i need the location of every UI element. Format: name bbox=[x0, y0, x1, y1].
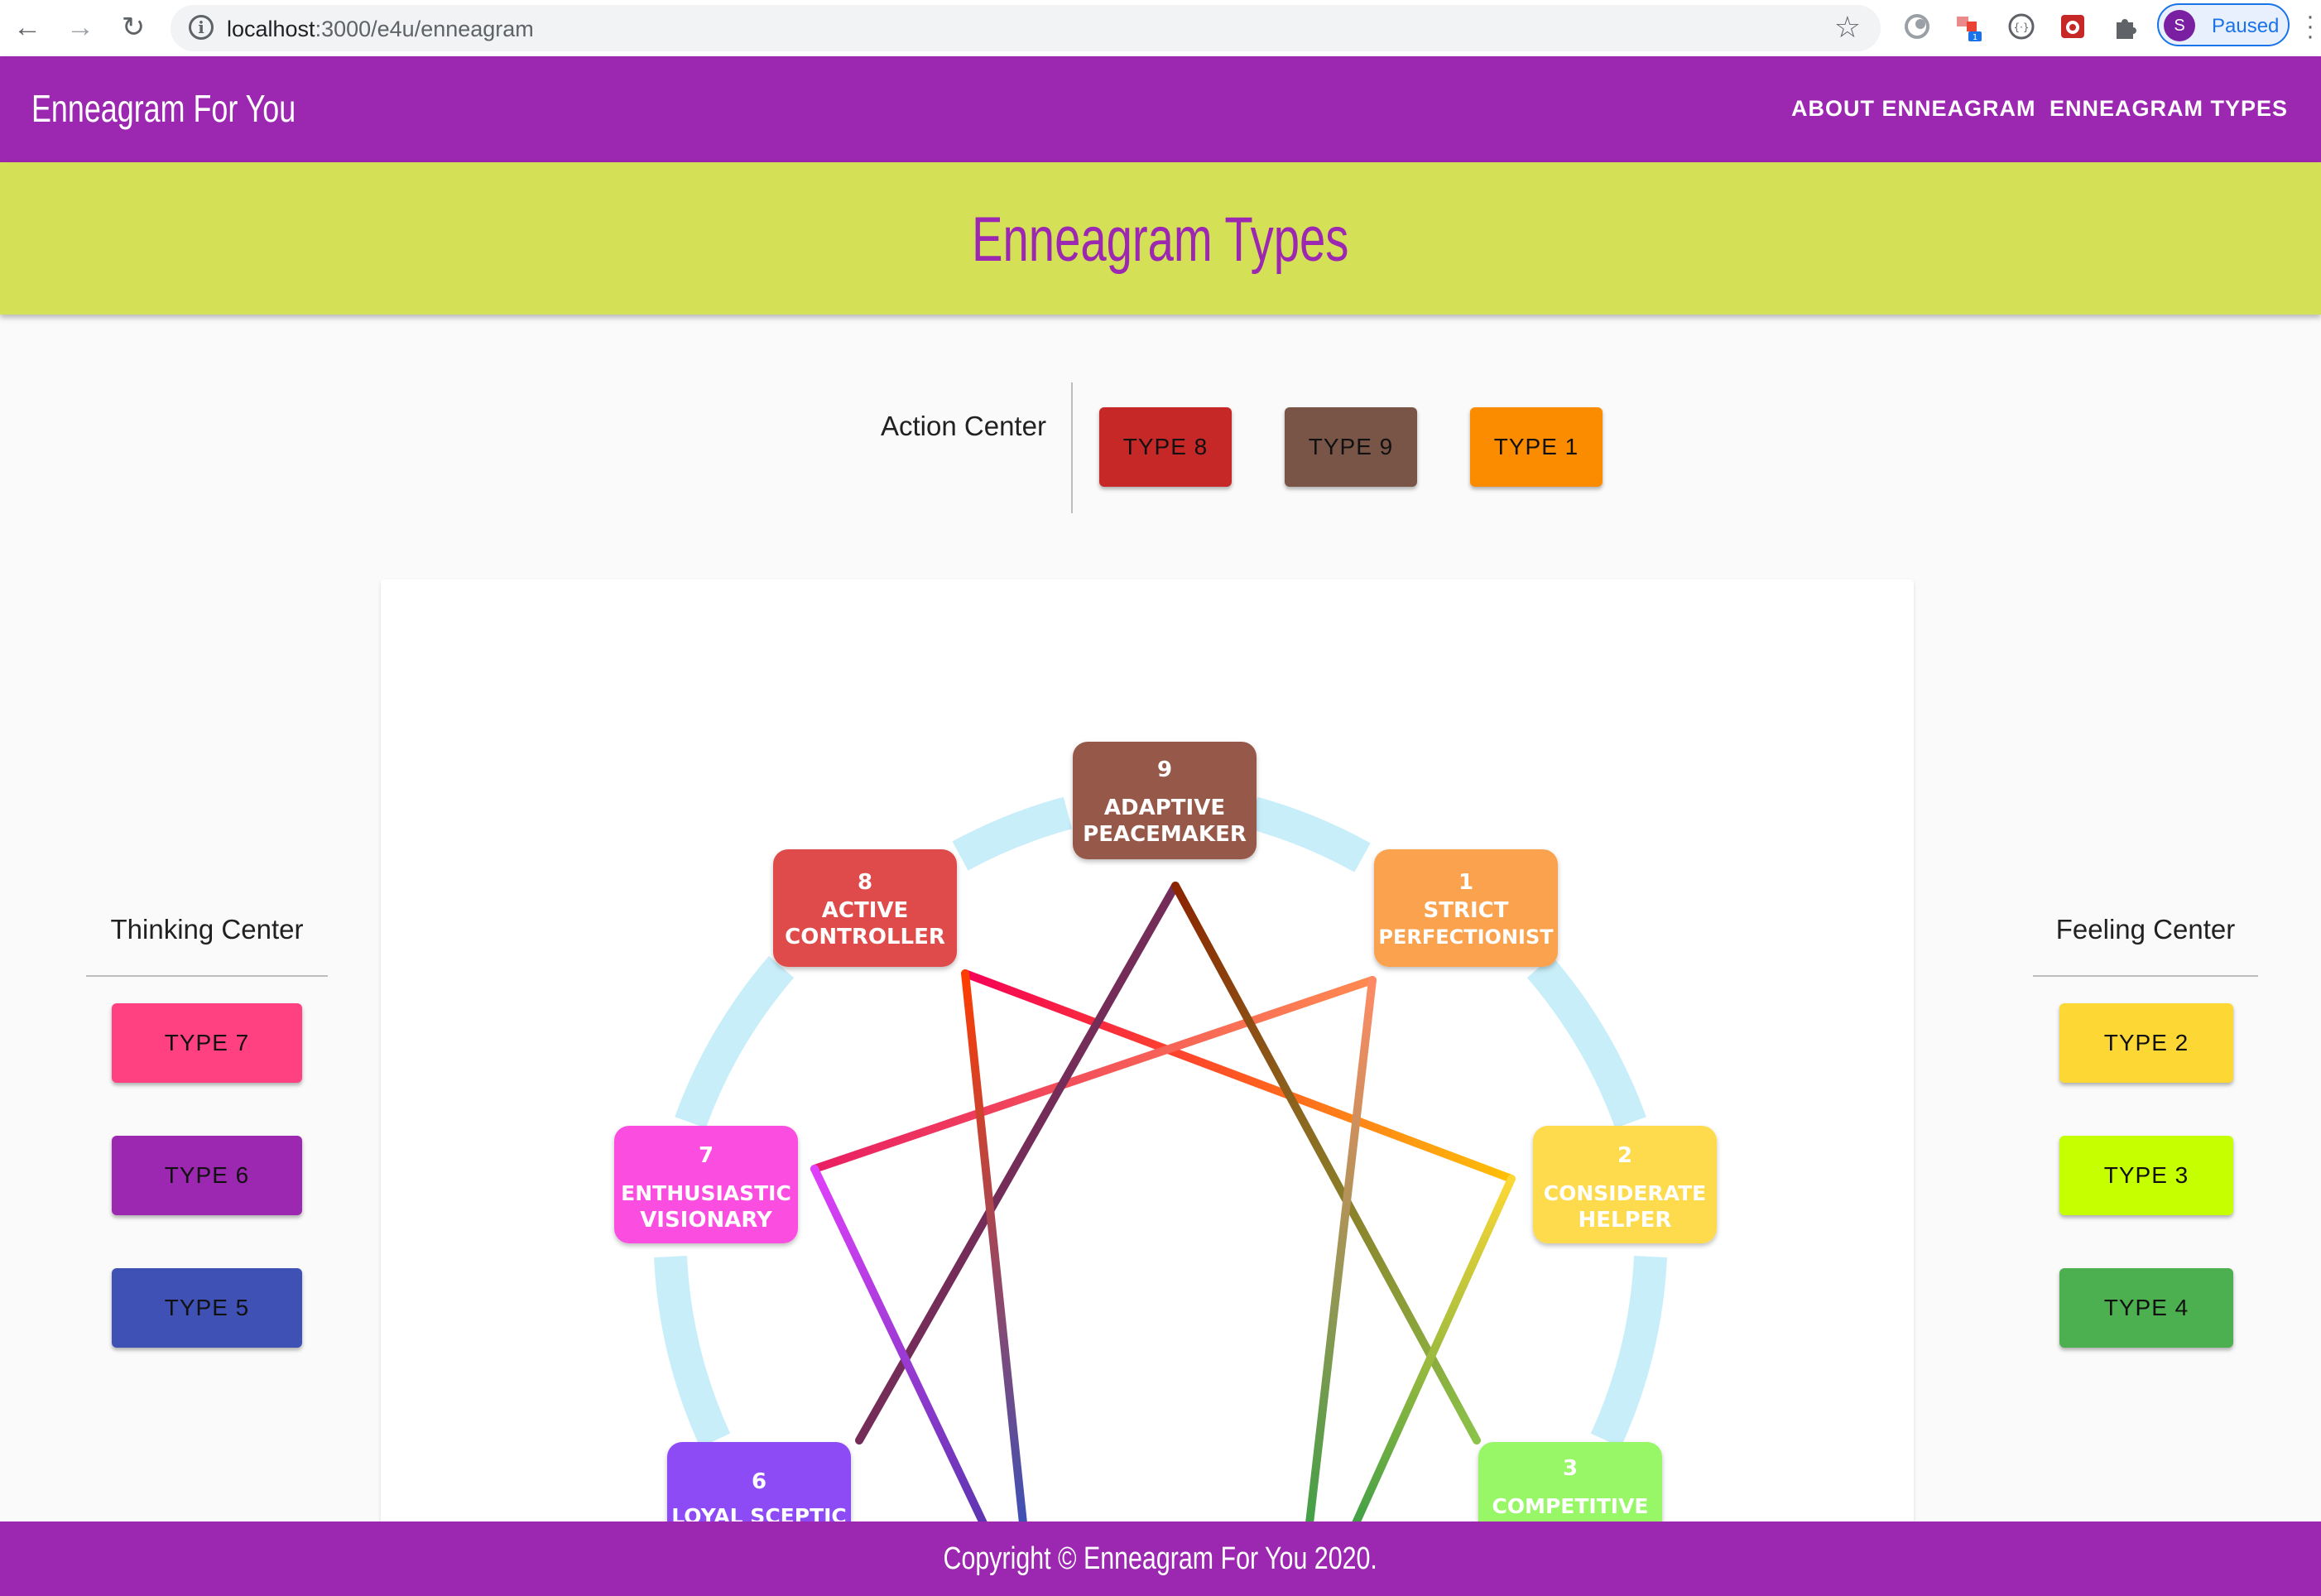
app-bar: Enneagram For You ABOUT ENNEAGRAM ENNEAG… bbox=[0, 56, 2321, 162]
feeling-center-divider bbox=[2033, 975, 2258, 977]
svg-text:LOYAL SCEPTIC: LOYAL SCEPTIC bbox=[671, 1504, 847, 1523]
thinking-center-label: Thinking Center bbox=[110, 914, 304, 945]
thinking-type-7-button[interactable]: TYPE 7 bbox=[112, 1003, 302, 1083]
svg-text:2: 2 bbox=[1617, 1143, 1632, 1168]
svg-text:8: 8 bbox=[858, 870, 872, 895]
svg-text:9: 9 bbox=[1157, 757, 1172, 782]
svg-text:3: 3 bbox=[1563, 1456, 1578, 1481]
nav-about-enneagram[interactable]: ABOUT ENNEAGRAM bbox=[1791, 96, 2036, 122]
node-8[interactable]: 8 ACTIVE CONTROLLER bbox=[773, 849, 957, 967]
profile-status: Paused bbox=[2212, 15, 2280, 37]
svg-text:7: 7 bbox=[699, 1143, 714, 1168]
address-bar[interactable]: i localhost:3000/e4u/enneagram ☆ bbox=[171, 5, 1881, 51]
title-banner: Enneagram Types bbox=[0, 162, 2321, 315]
thinking-center-divider bbox=[86, 975, 328, 977]
svg-text:STRICT: STRICT bbox=[1424, 898, 1509, 923]
enneagram-diagram: 9 ADAPTIVE PEACEMAKER 1 STRICT PERFECTIO… bbox=[614, 742, 1717, 1523]
node-3[interactable]: 3 COMPETITIVE bbox=[1478, 1442, 1662, 1523]
thinking-type-5-button[interactable]: TYPE 5 bbox=[112, 1268, 302, 1348]
extension-circle-icon[interactable] bbox=[1901, 10, 1934, 43]
browser-menu-icon[interactable]: · · · bbox=[2306, 4, 2314, 49]
node-6[interactable]: 6 LOYAL SCEPTIC bbox=[667, 1442, 851, 1523]
profile-button[interactable]: S Paused bbox=[2157, 3, 2290, 46]
node-2[interactable]: 2 CONSIDERATE HELPER bbox=[1533, 1126, 1717, 1243]
circle-arc-2-3 bbox=[1590, 1255, 1667, 1448]
action-center-divider bbox=[1071, 382, 1073, 513]
action-type-1-button[interactable]: TYPE 1 bbox=[1470, 407, 1603, 487]
svg-text:ADAPTIVE: ADAPTIVE bbox=[1104, 796, 1225, 820]
circle-arc-9-1 bbox=[1248, 796, 1371, 873]
url-text: localhost:3000/e4u/enneagram bbox=[227, 17, 534, 41]
thinking-type-6-button[interactable]: TYPE 6 bbox=[112, 1136, 302, 1215]
brand-logo[interactable]: Enneagram For You bbox=[31, 86, 296, 131]
bookmark-star-icon[interactable]: ☆ bbox=[1834, 10, 1861, 45]
line-7-1 bbox=[810, 976, 1377, 1173]
enneagram-diagram-card: 9 ADAPTIVE PEACEMAKER 1 STRICT PERFECTIO… bbox=[381, 579, 1914, 1523]
svg-text:PEACEMAKER: PEACEMAKER bbox=[1083, 822, 1247, 847]
svg-text:1: 1 bbox=[1973, 33, 1977, 42]
avatar: S bbox=[2164, 10, 2195, 41]
action-center-label: Action Center bbox=[881, 411, 1046, 441]
extension-bug-icon[interactable] bbox=[2056, 10, 2089, 43]
svg-text:ENTHUSIASTIC: ENTHUSIASTIC bbox=[621, 1181, 791, 1205]
svg-text:{·}: {·} bbox=[2013, 22, 2029, 33]
footer: Copyright © Enneagram For You 2020. bbox=[0, 1521, 2321, 1596]
feeling-type-3-button[interactable]: TYPE 3 bbox=[2059, 1136, 2233, 1215]
node-1[interactable]: 1 STRICT PERFECTIONIST bbox=[1374, 849, 1558, 967]
extension-puzzle-red-icon[interactable]: 1 bbox=[1953, 10, 1987, 43]
svg-text:VISIONARY: VISIONARY bbox=[640, 1208, 773, 1233]
back-icon[interactable]: ← bbox=[8, 8, 46, 46]
extensions-puzzle-icon[interactable] bbox=[2109, 10, 2142, 43]
svg-text:PERFECTIONIST: PERFECTIONIST bbox=[1378, 925, 1554, 949]
svg-text:CONTROLLER: CONTROLLER bbox=[785, 925, 945, 949]
copyright-text: Copyright © Enneagram For You 2020. bbox=[943, 1541, 1378, 1576]
action-type-8-button[interactable]: TYPE 8 bbox=[1099, 407, 1232, 487]
svg-text:ACTIVE: ACTIVE bbox=[822, 898, 909, 923]
node-9[interactable]: 9 ADAPTIVE PEACEMAKER bbox=[1073, 742, 1257, 859]
extension-code-icon[interactable]: {·} bbox=[2005, 10, 2038, 43]
svg-text:CONSIDERATE: CONSIDERATE bbox=[1544, 1181, 1706, 1205]
circle-arc-8-9 bbox=[952, 796, 1073, 871]
forward-icon[interactable]: → bbox=[61, 8, 99, 46]
svg-text:COMPETITIVE: COMPETITIVE bbox=[1492, 1494, 1648, 1518]
nav-enneagram-types[interactable]: ENNEAGRAM TYPES bbox=[2049, 96, 2288, 122]
page-title: Enneagram Types bbox=[972, 204, 1349, 275]
enneagram-lines bbox=[810, 882, 1516, 1523]
feeling-type-4-button[interactable]: TYPE 4 bbox=[2059, 1268, 2233, 1348]
svg-text:HELPER: HELPER bbox=[1579, 1208, 1672, 1233]
circle-arc-7-8 bbox=[675, 955, 795, 1128]
node-7[interactable]: 7 ENTHUSIASTIC VISIONARY bbox=[614, 1126, 798, 1243]
svg-text:1: 1 bbox=[1458, 870, 1473, 895]
site-info-icon[interactable]: i bbox=[189, 15, 214, 40]
action-type-9-button[interactable]: TYPE 9 bbox=[1285, 407, 1417, 487]
reload-icon[interactable]: ↻ bbox=[114, 8, 152, 46]
feeling-type-2-button[interactable]: TYPE 2 bbox=[2059, 1003, 2233, 1083]
svg-text:6: 6 bbox=[752, 1469, 766, 1494]
feeling-center-label: Feeling Center bbox=[2055, 914, 2236, 945]
browser-toolbar: ← → ↻ i localhost:3000/e4u/enneagram ☆ 1… bbox=[0, 0, 2321, 57]
circle-arc-6-7 bbox=[654, 1255, 731, 1448]
circle-arc-1-2 bbox=[1526, 955, 1646, 1128]
